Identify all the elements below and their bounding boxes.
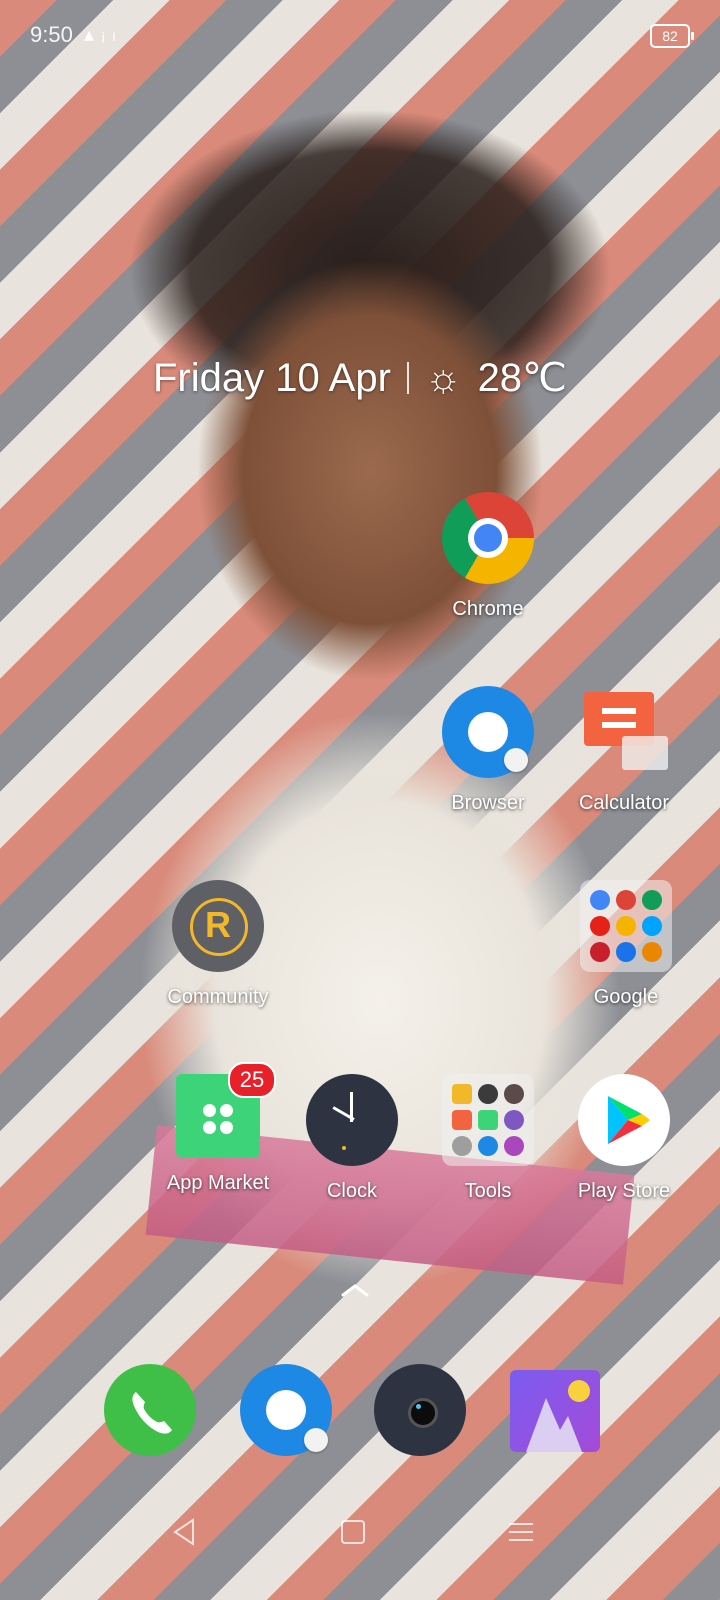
home-icon[interactable] — [333, 1512, 373, 1552]
camera-icon[interactable] — [374, 1364, 466, 1456]
status-time: 9:50 — [30, 22, 73, 47]
app-clock[interactable]: Clock — [282, 1074, 422, 1203]
app-play-store[interactable]: Play Store — [554, 1074, 694, 1203]
browser-icon[interactable] — [240, 1364, 332, 1456]
status-bar: 9:50 ▴ ᵢ ₗ 82 — [0, 0, 720, 70]
community-icon: R — [172, 880, 264, 972]
app-chrome[interactable]: Chrome — [418, 492, 558, 621]
recents-icon[interactable] — [501, 1512, 541, 1552]
folder-google[interactable]: Google — [556, 880, 696, 1009]
divider — [406, 362, 409, 394]
date-weather-widget[interactable]: Friday 10 Apr ☼ 28℃ — [0, 355, 720, 401]
app-label: Community — [167, 986, 269, 1008]
signal-icon: ▴ ᵢ ₗ — [84, 24, 117, 46]
app-label: App Market — [166, 1172, 270, 1194]
app-market-icon: 25 — [176, 1062, 276, 1158]
clock-icon — [306, 1074, 398, 1166]
play-store-icon — [578, 1074, 670, 1166]
calculator-icon — [578, 686, 670, 778]
navigation-bar — [0, 1500, 720, 1560]
back-icon[interactable] — [165, 1512, 205, 1552]
app-app-market[interactable]: 25 App Market — [148, 1062, 288, 1195]
app-label: Browser — [451, 792, 525, 814]
date-text: Friday 10 Apr — [153, 355, 391, 400]
notification-badge: 25 — [228, 1062, 276, 1098]
app-label: Play Store — [577, 1180, 671, 1202]
app-label: Chrome — [452, 598, 524, 620]
app-label: Tools — [464, 1180, 512, 1202]
app-community[interactable]: R Community — [148, 880, 288, 1009]
chrome-icon — [442, 492, 534, 584]
tools-folder-icon — [442, 1074, 534, 1166]
battery-icon: 82 — [650, 24, 694, 48]
sun-icon: ☼ — [424, 355, 462, 400]
phone-icon[interactable] — [104, 1364, 196, 1456]
app-browser[interactable]: Browser — [418, 686, 558, 815]
google-folder-icon — [580, 880, 672, 972]
temperature-text: 28℃ — [477, 356, 567, 400]
app-label: Clock — [326, 1180, 377, 1202]
app-label: Google — [593, 986, 659, 1008]
folder-tools[interactable]: Tools — [418, 1074, 558, 1203]
app-label: Calculator — [578, 792, 670, 814]
chevron-up-icon[interactable] — [340, 1280, 370, 1300]
app-calculator[interactable]: Calculator — [554, 686, 694, 815]
photos-icon[interactable] — [510, 1370, 600, 1452]
browser-icon — [442, 686, 534, 778]
